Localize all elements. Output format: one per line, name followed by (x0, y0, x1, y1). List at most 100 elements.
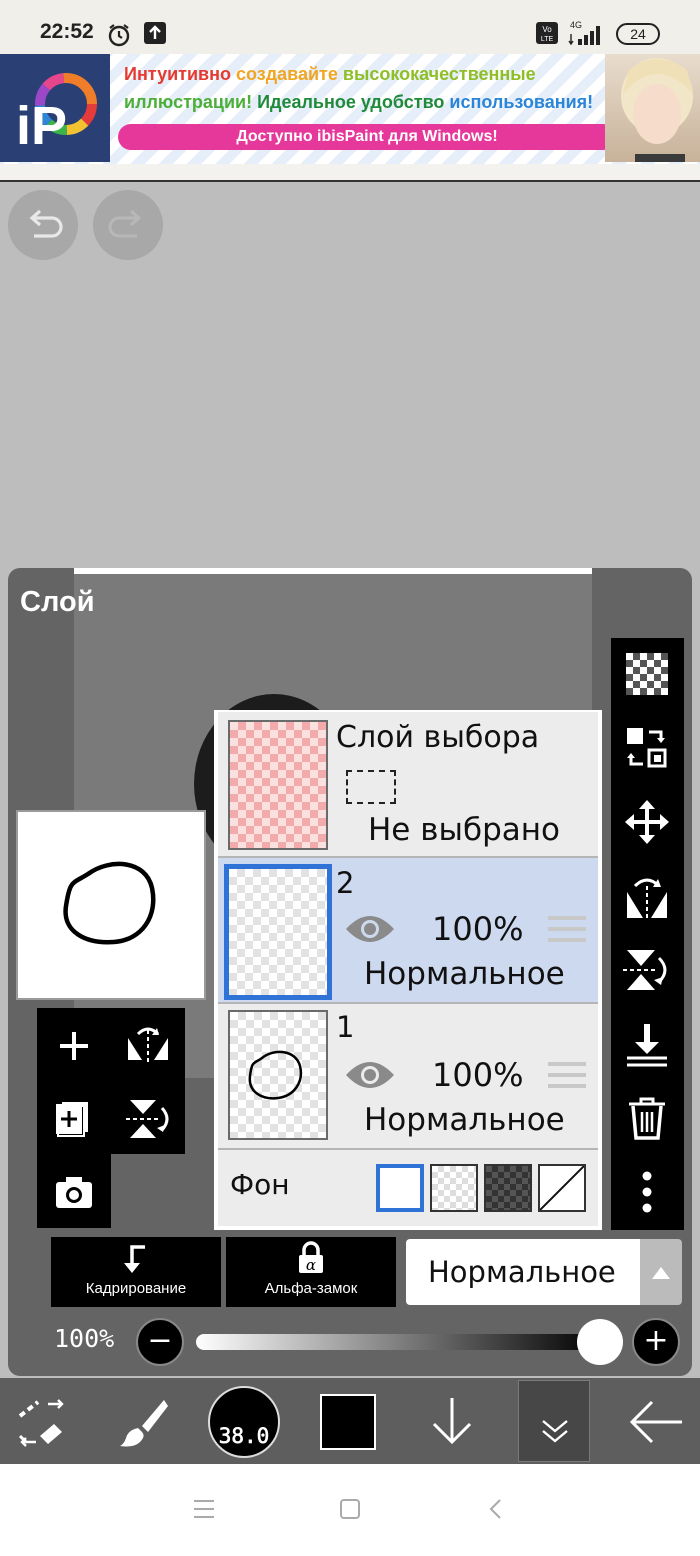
brush-icon[interactable] (116, 1394, 172, 1450)
layer-blend-mode: Нормальное (364, 956, 565, 992)
clipping-button[interactable]: Кадрирование (51, 1237, 221, 1307)
brush-size-button[interactable]: 38.0 (208, 1386, 280, 1458)
alpha-lock-button[interactable]: α Альфа-замок (226, 1237, 396, 1307)
flip-vertical-icon[interactable] (623, 946, 671, 994)
status-time: 22:52 (40, 20, 94, 43)
background-transparent-swatch[interactable] (430, 1164, 478, 1212)
ad-banner[interactable]: iP Интуитивно создавайте высококачествен… (0, 54, 700, 164)
layer-row-2[interactable]: 2 100% Нормальное (218, 858, 598, 1004)
selection-layer-row[interactable]: Слой выбора Не выбрано (218, 712, 598, 858)
menu-icon[interactable] (192, 1498, 216, 1520)
selection-layer-thumbnail (228, 720, 328, 850)
layer-opacity: 100% (432, 1056, 524, 1094)
ad-text: высококачественные (342, 64, 536, 84)
opacity-decrease-button[interactable]: − (136, 1318, 184, 1366)
ad-text: иллюстрации! (124, 92, 253, 112)
selection-layer-name: Слой выбора (336, 720, 540, 755)
selection-layer-state: Не выбрано (368, 812, 561, 848)
swap-layer-icon[interactable] (623, 724, 671, 772)
layer-number: 2 (336, 866, 355, 900)
opacity-slider-thumb[interactable] (577, 1319, 623, 1365)
flip-vertical-icon[interactable] (124, 1096, 172, 1140)
add-layer-button[interactable] (52, 1024, 96, 1068)
svg-text:Vo: Vo (542, 25, 552, 34)
home-icon[interactable] (338, 1498, 362, 1520)
drag-handle-icon[interactable] (548, 916, 586, 942)
ad-text: Интуитивно (124, 64, 231, 84)
chevron-up-icon (652, 1267, 670, 1279)
layer-panel-toggle-button[interactable] (518, 1380, 590, 1462)
redo-icon (108, 209, 142, 238)
background-dark-swatch[interactable] (484, 1164, 532, 1212)
blend-mode-select[interactable]: Нормальное (406, 1239, 640, 1305)
opacity-slider-track[interactable] (196, 1334, 600, 1350)
ad-separator (0, 164, 700, 182)
color-picker-button[interactable] (320, 1394, 376, 1450)
double-chevron-down-icon (542, 1420, 568, 1443)
duplicate-layer-icon[interactable] (52, 1096, 96, 1140)
opacity-value-label: 100% (54, 1324, 115, 1353)
background-label: Фон (230, 1168, 290, 1201)
color-wheel-icon: iP (16, 73, 97, 156)
canvas-thumbnail[interactable] (16, 810, 206, 1000)
merge-down-icon[interactable] (623, 1020, 671, 1068)
volte-icon: Vo LTE (536, 22, 558, 44)
background-row: Фон (218, 1150, 598, 1226)
move-icon[interactable] (623, 798, 671, 846)
lock-icon: α (299, 1241, 323, 1274)
layers-list: Слой выбора Не выбрано 2 100% Нормальное… (214, 710, 602, 1230)
layer-panel: Слой Слой выбора Не выбрано 2 100% Норма… (8, 568, 692, 1376)
ad-text: создавайте (235, 64, 338, 84)
arrow-down-icon[interactable] (424, 1394, 480, 1450)
background-white-swatch[interactable] (376, 1164, 424, 1212)
flip-horizontal-icon[interactable] (124, 1024, 172, 1068)
selection-marquee-icon (346, 770, 396, 804)
tool-selection-icon[interactable] (14, 1394, 70, 1450)
ad-text: Идеальное удобство (257, 92, 445, 112)
brush-size-value: 38.0 (218, 1424, 270, 1449)
upload-notification-icon (144, 22, 166, 44)
layer-right-toolbar (611, 638, 684, 1230)
panel-title: Слой (20, 586, 95, 618)
back-arrow-icon[interactable] (626, 1394, 686, 1450)
layer-number: 1 (336, 1010, 355, 1044)
flip-horizontal-icon[interactable] (623, 874, 671, 922)
opacity-increase-button[interactable]: + (632, 1318, 680, 1366)
battery-indicator: 24 (616, 23, 660, 45)
svg-text:LTE: LTE (541, 36, 554, 43)
visibility-eye-icon[interactable] (344, 914, 396, 944)
system-navigation-bar (0, 1464, 700, 1556)
clipping-arrow-icon (124, 1245, 145, 1273)
undo-icon (29, 209, 63, 238)
logo-text: iP (16, 96, 67, 156)
blend-mode-dropdown-button[interactable] (640, 1239, 682, 1305)
layer-thumbnail (228, 1010, 328, 1140)
delete-layer-icon[interactable] (623, 1094, 671, 1142)
ad-line-2: иллюстрации! Идеальное удобство использо… (124, 92, 593, 113)
layer-row-1[interactable]: 1 100% Нормальное (218, 1004, 598, 1150)
battery-level: 24 (630, 26, 646, 42)
camera-icon[interactable] (52, 1170, 96, 1214)
ad-text: использования! (449, 92, 594, 112)
layer-thumbnail (224, 864, 332, 1000)
system-back-icon[interactable] (484, 1498, 508, 1520)
background-none-swatch[interactable] (538, 1164, 586, 1212)
visibility-eye-icon[interactable] (344, 1060, 396, 1090)
alpha-lock-label: Альфа-замок (264, 1280, 358, 1297)
transparency-checker-icon[interactable] (623, 650, 671, 698)
svg-text:α: α (306, 1256, 316, 1274)
ad-illustration (605, 54, 700, 162)
ad-cta-button[interactable]: Доступно ibisPaint для Windows! (118, 124, 616, 150)
drag-handle-icon[interactable] (548, 1062, 586, 1088)
undo-button[interactable] (8, 190, 78, 260)
status-bar: 22:52 Vo LTE 4G 24 (0, 0, 700, 54)
clipping-label: Кадрирование (85, 1280, 187, 1297)
ibispaint-logo: iP (0, 54, 110, 162)
ad-line-1: Интуитивно создавайте высококачественные (124, 64, 536, 85)
bottom-toolbar: 38.0 (0, 1378, 700, 1464)
redo-button[interactable] (93, 190, 163, 260)
more-options-icon[interactable] (623, 1168, 671, 1216)
signal-icon (568, 26, 600, 46)
layer-blend-mode: Нормальное (364, 1102, 565, 1138)
alarm-icon (108, 24, 130, 47)
